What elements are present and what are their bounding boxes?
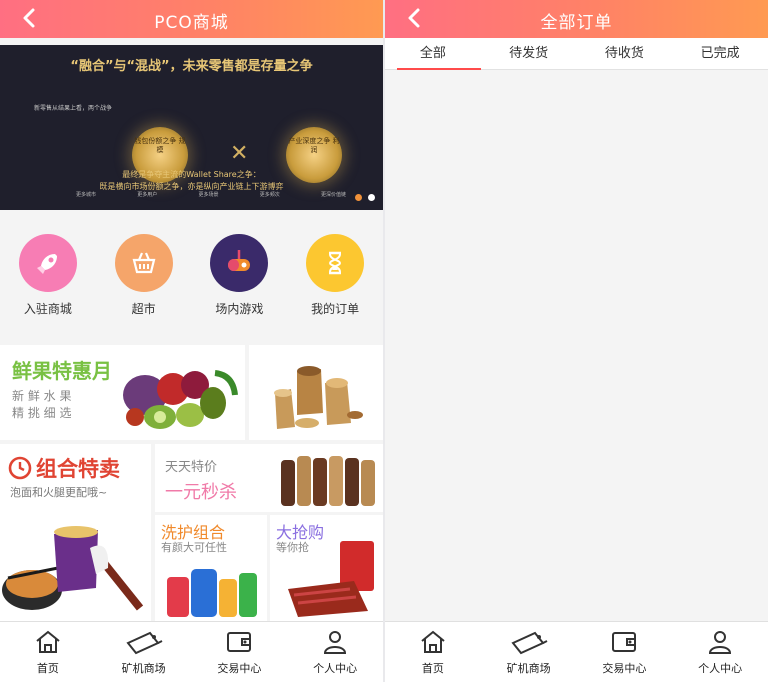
fruit-title: 鲜果特惠月 [12, 359, 112, 383]
page-title: 全部订单 [540, 13, 613, 33]
detergent-image [167, 569, 257, 617]
carousel-indicator [355, 194, 375, 201]
game-icon [210, 234, 269, 292]
nav-item-mining-mall[interactable]: 矿机商场 [96, 622, 192, 682]
banner-tag: 更深价值链 [320, 192, 346, 198]
mining-machine-icon [511, 631, 548, 655]
header-bar: 全部订单 [385, 0, 768, 38]
banner-tags: 更多城市 更多用户 更多场景 更多频次 更深价值链 [76, 191, 346, 198]
menu-item-my-orders[interactable]: 我的订单 [287, 210, 383, 336]
order-tabs: 全部 待发货 待收货 已完成 [385, 38, 768, 70]
page-title: PCO商城 [154, 13, 229, 33]
wash-sub: 有颜大可任性 [161, 541, 227, 554]
home-icon [36, 630, 60, 653]
nav-item-trade-center[interactable]: 交易中心 [192, 622, 288, 682]
tab-all[interactable]: 全部 [385, 38, 481, 70]
menu-item-supermarket[interactable]: 超市 [96, 210, 192, 336]
banner-tag: 更多城市 [76, 192, 97, 198]
menu-item-games[interactable]: 场内游戏 [192, 210, 288, 336]
wallet-icon [227, 632, 252, 652]
home-icon [421, 630, 445, 653]
clock-icon [8, 456, 32, 480]
combo-title: 组合特卖 [36, 457, 120, 481]
menu-item-join-mall[interactable]: 入驻商城 [0, 210, 96, 336]
fruit-image [123, 370, 238, 429]
bottom-nav: 首页 矿机商场 交易中心 个人中心 [385, 621, 768, 682]
nav-label: 矿机商场 [506, 662, 551, 675]
banner-sidenote: 新零售从结果上看，两个战争 [34, 105, 113, 112]
nav-item-home[interactable]: 首页 [0, 622, 96, 682]
nav-label: 首页 [36, 662, 59, 675]
rocket-icon [18, 234, 77, 292]
bottom-nav: 首页 矿机商场 交易中心 个人中心 [0, 621, 383, 682]
drinks-image [281, 456, 375, 506]
nav-label: 个人中心 [313, 662, 358, 675]
banner-tag: 更多频次 [259, 192, 280, 198]
coin-label-left: 钱包份额之争 规模 [134, 137, 186, 154]
nav-label: 首页 [421, 662, 444, 675]
noodle-image [2, 526, 144, 611]
jerky-image [288, 541, 374, 617]
nav-item-profile[interactable]: 个人中心 [287, 622, 383, 682]
nav-label: 交易中心 [602, 662, 647, 675]
daily-special-banner[interactable]: 天天特价 一元秒杀 [155, 444, 383, 512]
coin-label-right: 产业深度之争 利润 [288, 137, 340, 154]
tab-pending-receipt[interactable]: 待收货 [577, 38, 673, 69]
banner-tag: 更多场景 [198, 192, 219, 198]
orders-screen: 全部订单 全部 待发货 待收货 已完成 首页 矿机商场 交易中心 个人中心 [385, 0, 768, 682]
combo-sub: 泡面和火腿更配哦~ [10, 486, 108, 499]
care-combo-banner[interactable]: 洗护组合 有颜大可任性 [155, 515, 267, 621]
promo-banner[interactable]: “融合”与“混战”，未来零售都是存量之争 新零售从结果上看，两个战争 钱包份额之… [0, 45, 383, 210]
wallet-icon [612, 632, 637, 652]
quick-menu: 入驻商城 超市 场内游戏 我的订单 [0, 210, 383, 336]
nav-item-mining-mall[interactable]: 矿机商场 [481, 622, 577, 682]
cross-icon: ✕ [230, 141, 249, 166]
banner-summary-line1: 最终是争夺主流的Wallet Share之争： [122, 170, 261, 179]
nav-item-home[interactable]: 首页 [385, 622, 481, 682]
menu-item-label: 我的订单 [311, 302, 360, 316]
nav-label: 交易中心 [217, 662, 262, 675]
daily-title: 天天特价 [165, 460, 218, 475]
shop-home-screen: PCO商城 “融合”与“混战”，未来零售都是存量之争 新零售从结果上看，两个战争… [0, 0, 383, 682]
daily-sub: 一元秒杀 [165, 482, 237, 503]
nav-label: 个人中心 [698, 662, 743, 675]
hourglass-icon [306, 234, 365, 292]
big-sale-banner[interactable]: 大抢购 等你抢 [270, 515, 383, 621]
menu-item-label: 超市 [131, 302, 156, 316]
carousel-dot-active[interactable] [355, 194, 362, 201]
header-bar: PCO商城 [0, 0, 383, 38]
fresh-fruit-banner[interactable]: 鲜果特惠月 新 鲜 水 果 精 挑 细 选 [0, 345, 245, 440]
menu-item-label: 入驻商城 [23, 302, 72, 316]
banner-summary-line2: 既是横向市场份额之争，亦是纵向产业链上下游博弈 [99, 182, 284, 191]
banner-tag: 更多用户 [137, 192, 158, 198]
nuts-banner[interactable] [249, 345, 383, 440]
order-list [385, 71, 768, 621]
fruit-sub1: 新 鲜 水 果 [12, 389, 72, 403]
tab-completed[interactable]: 已完成 [672, 38, 768, 69]
nuts-image [274, 366, 363, 429]
menu-item-label: 场内游戏 [215, 302, 264, 316]
nav-item-profile[interactable]: 个人中心 [672, 622, 768, 682]
banner-headline: “融合”与“混战”，未来零售都是存量之争 [70, 59, 313, 74]
nav-item-trade-center[interactable]: 交易中心 [577, 622, 673, 682]
combo-sale-banner[interactable]: 组合特卖 泡面和火腿更配哦~ [0, 444, 151, 621]
nav-label: 矿机商场 [121, 662, 166, 675]
user-icon [324, 631, 347, 654]
user-icon [709, 631, 732, 654]
carousel-dot[interactable] [368, 194, 375, 201]
fruit-sub2: 精 挑 细 选 [12, 406, 72, 420]
mining-machine-icon [126, 631, 163, 655]
tab-pending-shipment[interactable]: 待发货 [481, 38, 577, 69]
basket-icon [114, 234, 173, 292]
